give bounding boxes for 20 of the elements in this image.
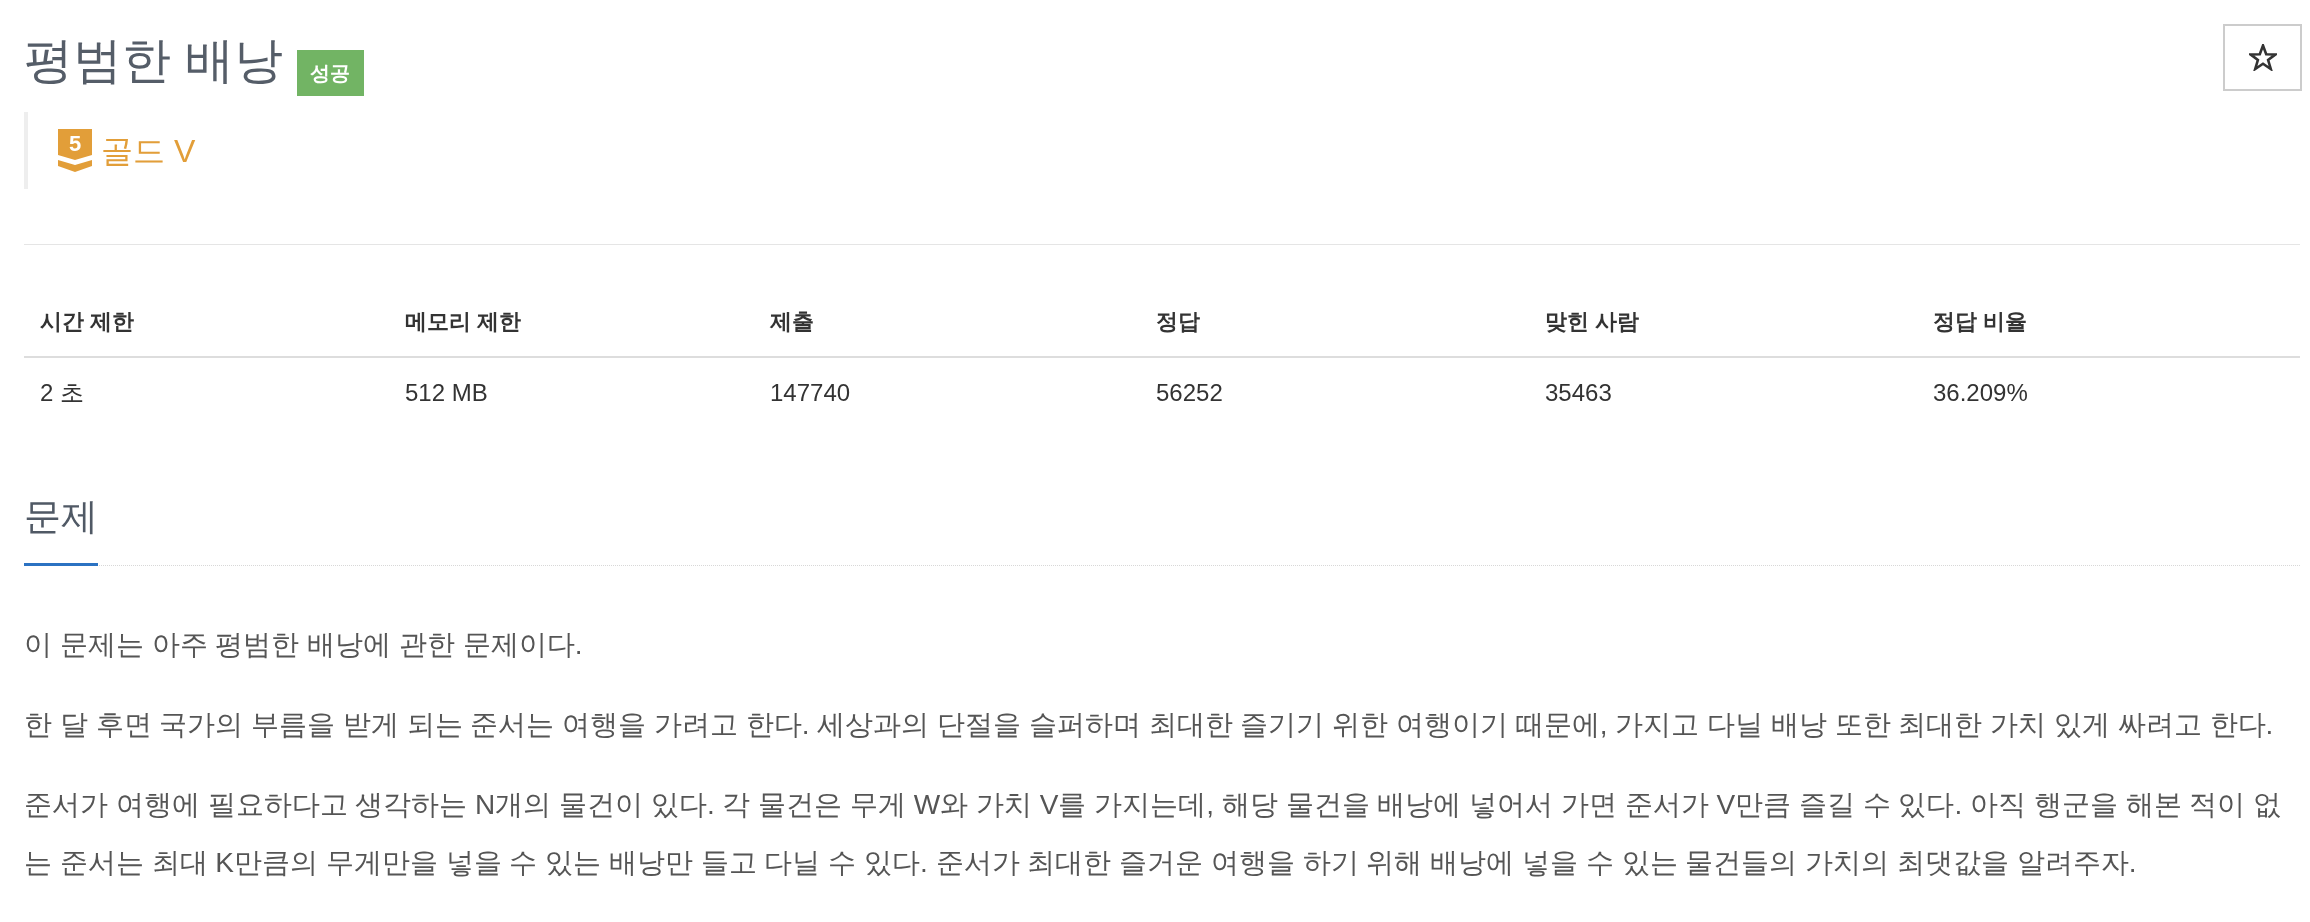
table-cell-text: 147740 bbox=[769, 378, 852, 408]
section-heading: 문제 bbox=[24, 493, 98, 566]
paragraph: 한 달 후면 국가의 부름을 받게 되는 준서는 여행을 가려고 한다. 세상과의 단절을 슬퍼하며 최대한 즐기기 위한 여행이기 때문에, 가지고 다닐 배낭 또한 최대한 가치 있게 싸려고 한다. bbox=[24, 708, 2275, 742]
result-badge: 성공 bbox=[296, 50, 364, 96]
column-header: 정답 bbox=[1140, 285, 1529, 358]
column-header: 제출 bbox=[754, 285, 1140, 358]
tier-name: 골드 V bbox=[101, 131, 196, 171]
paragraph: 준서가 여행에 필요하다고 생각하는 N개의 물건이 있다. 각 물건은 무게 W와 가치 V를 가지는데, 해당 물건을 배낭에 넣어서 가면 준서가 V만큼 즐길 수 있다. 아직 행군을 해본 적이 없는 준서는 최대 K만큼의 무게만을 넣을 수 있는 배낭만 들고 다닐 수 있다. 준서가 최대한 즐거운 여행을 하기 위해 배낭에 넣을 수 있는 물건들의 가치의 최댓값을 알려주자. bbox=[24, 788, 2283, 880]
table-cell-text: 512 MB bbox=[404, 378, 489, 408]
table-cell-text: 35463 bbox=[1544, 378, 1613, 408]
column-header: 메모리 제한 bbox=[389, 285, 754, 358]
column-header: 정답 비율 bbox=[1917, 285, 2300, 358]
table-cell-text: 56252 bbox=[1155, 378, 1224, 408]
paragraph: 이 문제는 아주 평범한 배낭에 관한 문제이다. bbox=[24, 628, 584, 662]
table-cell-text: 36.209% bbox=[1932, 378, 2029, 408]
table-cell-text: 2 초 bbox=[39, 378, 85, 408]
column-header: 시간 제한 bbox=[24, 285, 389, 358]
column-header: 맞힌 사람 bbox=[1529, 285, 1917, 358]
problem-title: 평범한 배낭 bbox=[24, 32, 283, 89]
favorite-button[interactable] bbox=[2223, 24, 2302, 91]
